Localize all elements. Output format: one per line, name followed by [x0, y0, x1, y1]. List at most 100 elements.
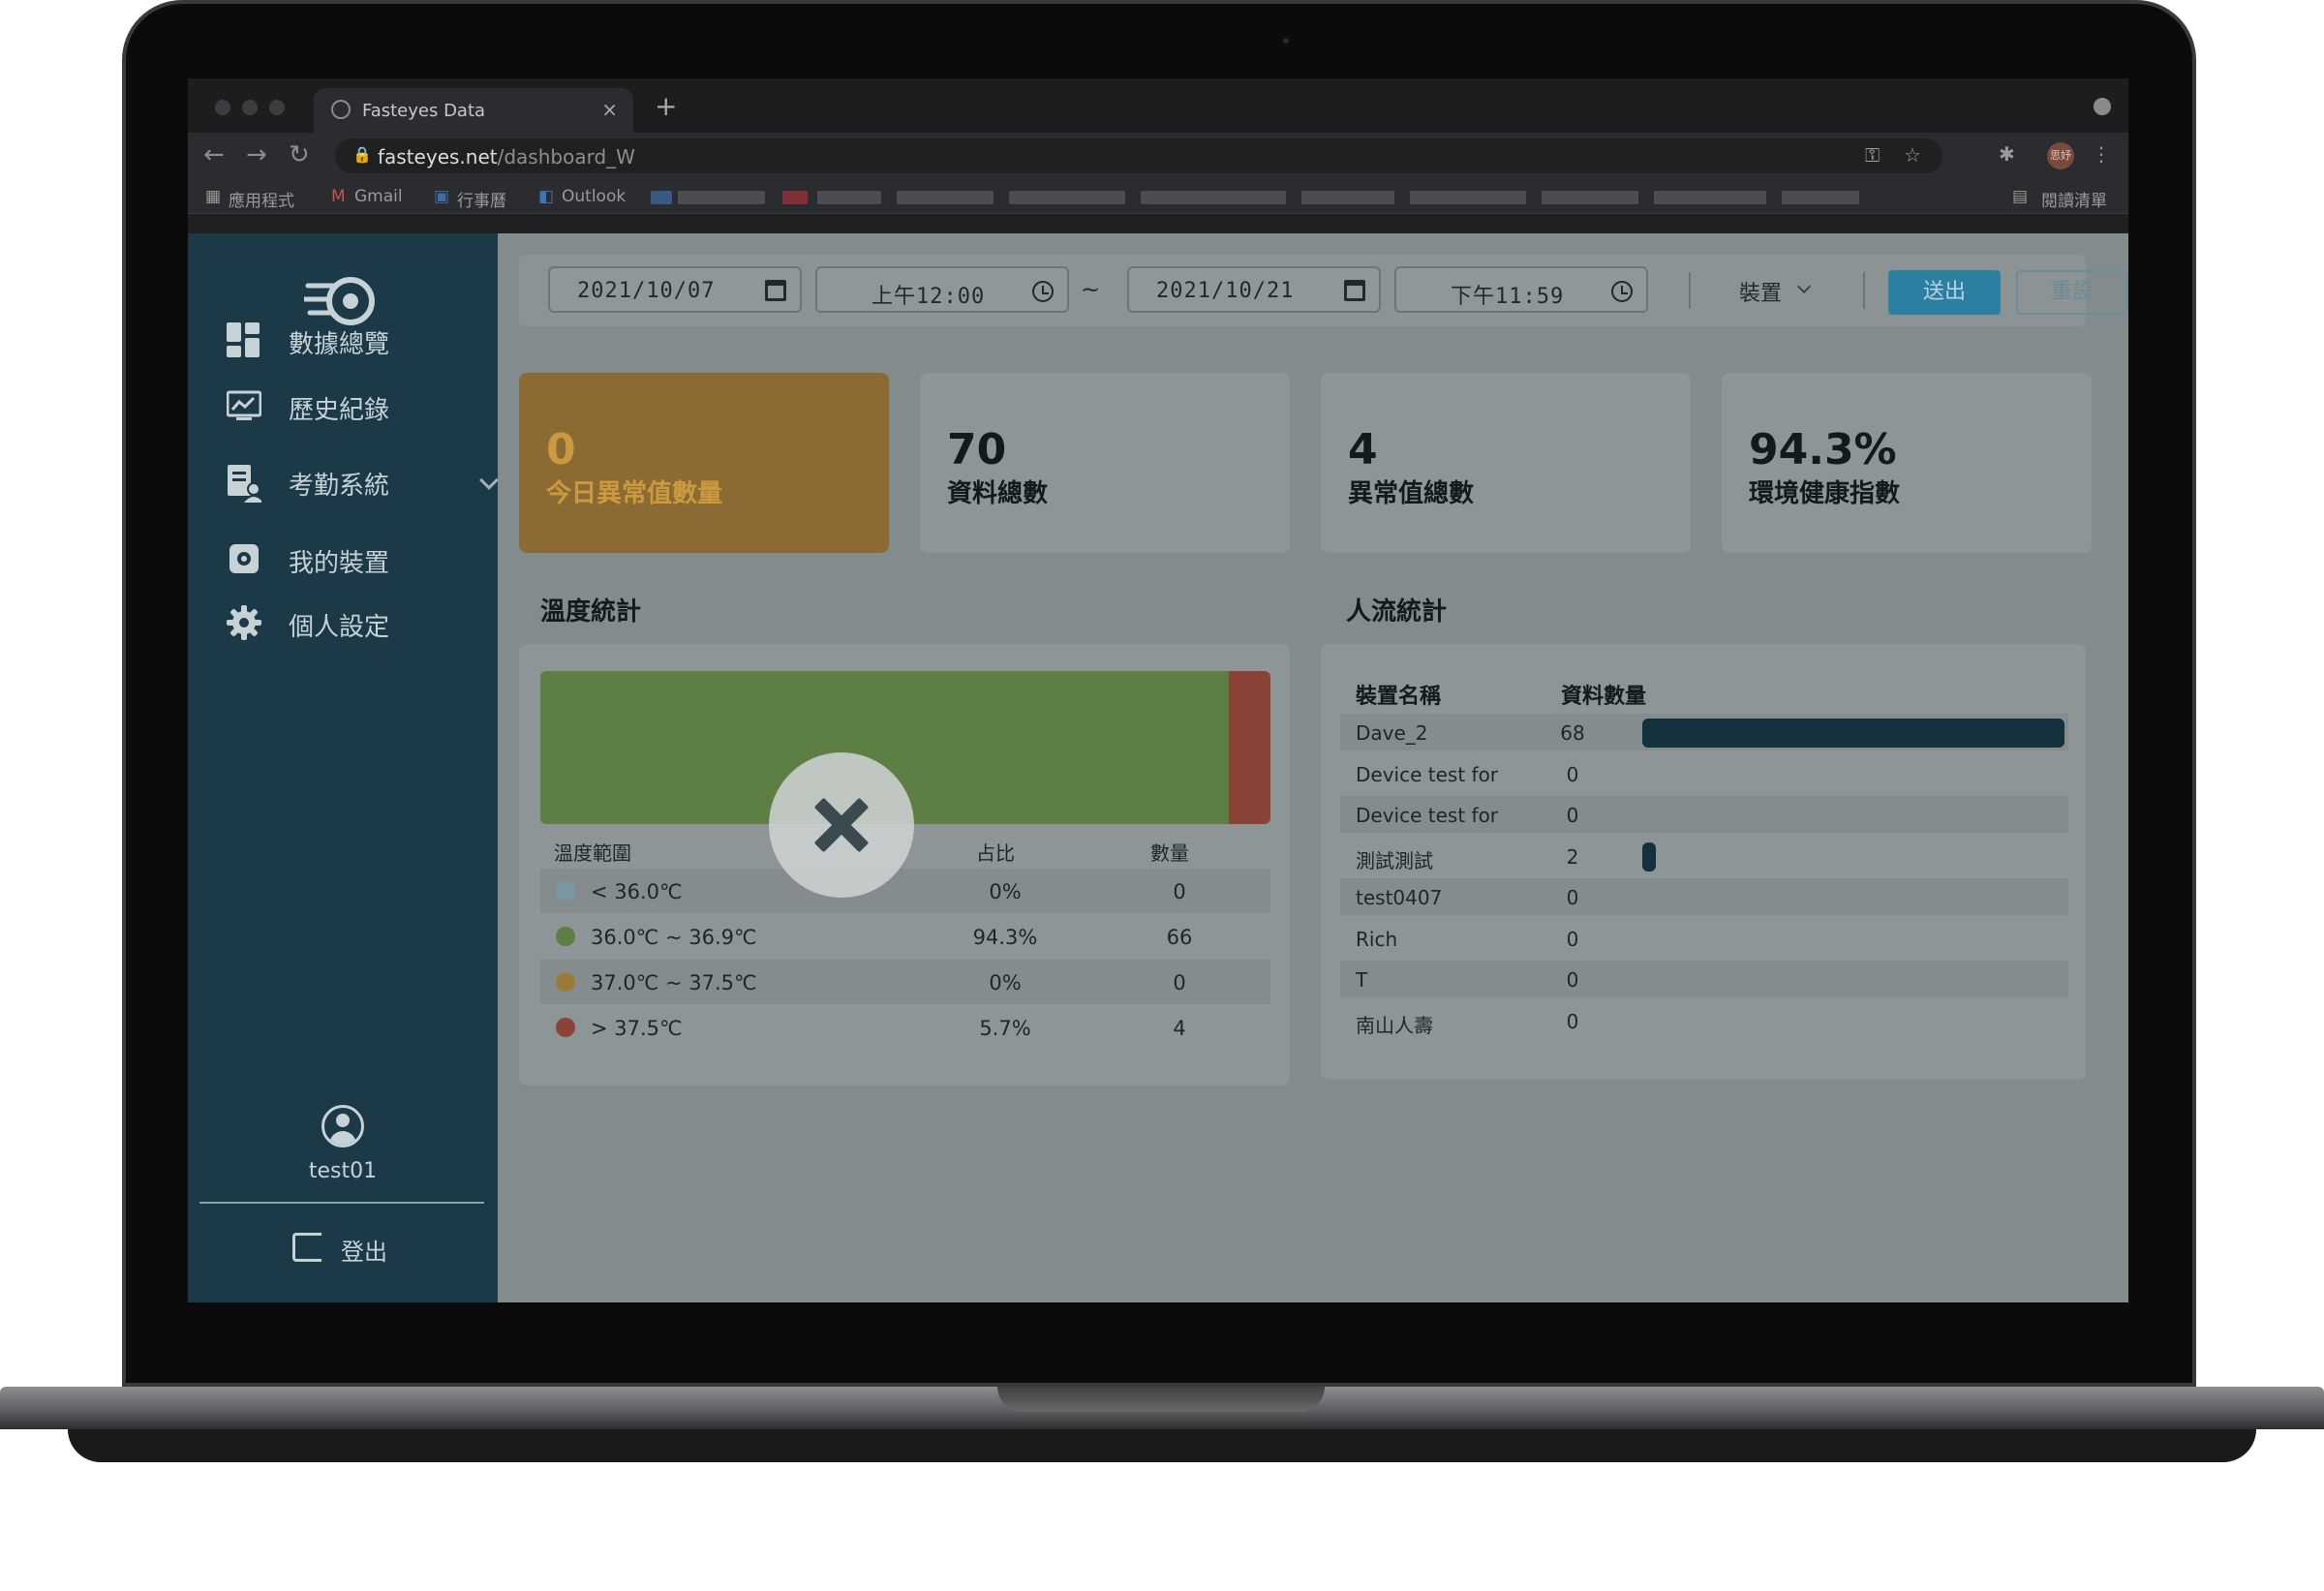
temp-ratio-header: 占比: [976, 841, 1015, 865]
table-row: 37.0℃ ~ 37.5℃ 0% 0: [540, 960, 1270, 1004]
blurred-bookmark[interactable]: [1410, 191, 1526, 204]
end-date-input[interactable]: 2021/10/21: [1127, 266, 1381, 313]
device-select[interactable]: 裝置: [1739, 276, 1812, 307]
table-row: 南山人壽 0: [1340, 1002, 2068, 1039]
logout-label: 登出: [341, 1239, 387, 1266]
device-name-header: 裝置名稱: [1356, 685, 1442, 709]
blurred-bookmark[interactable]: [651, 191, 672, 204]
record-count: 0: [1566, 1009, 1579, 1033]
blurred-bookmark[interactable]: [678, 191, 765, 204]
temp-range: 36.0℃ ~ 36.9℃: [591, 926, 757, 949]
blurred-bookmark[interactable]: [1654, 191, 1766, 204]
blurred-bookmark[interactable]: [1782, 191, 1859, 204]
start-date-input[interactable]: 2021/10/07: [548, 266, 802, 313]
start-time-input[interactable]: 上午12:00: [815, 266, 1069, 313]
reload-icon[interactable]: ↻: [289, 140, 310, 169]
blurred-bookmark[interactable]: [782, 191, 808, 204]
forward-icon[interactable]: →: [246, 140, 267, 169]
window-close-dot[interactable]: [215, 100, 230, 115]
blurred-bookmark[interactable]: [817, 191, 881, 204]
sidebar-item-label: 歷史紀錄: [289, 396, 390, 425]
close-overlay-button[interactable]: [769, 752, 914, 898]
blurred-bookmark[interactable]: [1009, 191, 1125, 204]
bookmark-calendar[interactable]: 行事曆: [457, 187, 506, 211]
screen: Fasteyes Data × + ← → ↻ 🔒 fasteyes.net/d…: [188, 78, 2128, 1302]
record-count: 0: [1566, 886, 1579, 909]
extensions-icon[interactable]: ✱: [1999, 142, 2015, 166]
end-time-input[interactable]: 下午11:59: [1394, 266, 1648, 313]
apps-grid-icon[interactable]: ▦: [205, 187, 221, 206]
device-name: Device test for: [1356, 762, 1499, 786]
sidebar-item-history[interactable]: 歷史紀錄: [227, 384, 488, 427]
reset-button[interactable]: 重設: [2016, 270, 2128, 315]
table-row: Device test for 0: [1340, 796, 2068, 833]
divider: [1689, 272, 1691, 309]
star-icon[interactable]: ☆: [1904, 143, 1921, 167]
bookmark-gmail[interactable]: Gmail: [354, 187, 403, 206]
browser-toolbar: ← → ↻ 🔒 fasteyes.net/dashboard_W ⚿ ☆ ✱ 思…: [188, 133, 2128, 179]
blurred-bookmark[interactable]: [1141, 191, 1286, 204]
address-bar[interactable]: 🔒 fasteyes.net/dashboard_W ⚿ ☆: [335, 138, 1942, 173]
bookmarks-bar: ▦ 應用程式 M Gmail ▣ 行事曆 ◧ Outlook ▤ 閱讀清單: [188, 179, 2128, 214]
username: test01: [308, 1159, 378, 1183]
calendar-icon[interactable]: [765, 280, 786, 301]
stat-card-total-anomalies: 4 異常值總數: [1321, 373, 1691, 553]
chevron-down-icon[interactable]: [479, 471, 499, 490]
range-separator: ~: [1081, 276, 1101, 303]
bookmark-apps[interactable]: 應用程式: [229, 187, 294, 211]
window-minimize-dot[interactable]: [242, 100, 258, 115]
window-zoom-dot[interactable]: [269, 100, 285, 115]
bookmark-outlook[interactable]: Outlook: [562, 187, 626, 206]
new-tab-button[interactable]: +: [655, 90, 677, 122]
filter-bar: 2021/10/07 上午12:00 ~ 2021/10/21 下午11:59: [519, 255, 2128, 326]
temp-count-header: 數量: [1150, 841, 1189, 865]
sidebar-item-dashboard[interactable]: 數據總覽: [227, 319, 488, 361]
url-text: fasteyes.net/dashboard_W: [378, 145, 635, 168]
user-avatar-icon[interactable]: [321, 1105, 364, 1147]
sidebar-item-devices[interactable]: 我的裝置: [227, 537, 488, 580]
clock-icon[interactable]: [1032, 281, 1054, 302]
back-icon[interactable]: ←: [203, 140, 225, 169]
sidebar-item-label: 我的裝置: [289, 549, 390, 578]
blurred-bookmark[interactable]: [1542, 191, 1638, 204]
lock-icon: 🔒: [352, 145, 372, 164]
browser-tab[interactable]: Fasteyes Data ×: [314, 88, 633, 133]
calendar-icon[interactable]: [1344, 280, 1365, 301]
table-row: T0: [1340, 961, 2068, 997]
clock-icon[interactable]: [1611, 281, 1633, 302]
stat-label: 今日異常值數量: [546, 479, 723, 508]
device-name: T: [1356, 968, 1368, 992]
tab-close-button[interactable]: ×: [601, 98, 618, 121]
table-row: Rich 0: [1340, 920, 2068, 957]
blurred-bookmark[interactable]: [897, 191, 994, 204]
more-menu-icon[interactable]: ⋮: [2092, 142, 2111, 166]
stat-label: 環境健康指數: [1749, 479, 1901, 508]
camera: [1283, 38, 1289, 44]
blurred-bookmark[interactable]: [1301, 191, 1394, 204]
tab-search-icon[interactable]: [2094, 98, 2111, 115]
submit-button[interactable]: 送出: [1888, 270, 2001, 315]
table-row: Dave_2 68: [1340, 714, 2068, 750]
sidebar: 數據總覽 歷史紀錄 考勤系統 我的裝置 個人設定 test01 登出: [188, 233, 499, 1302]
attendance-icon: [228, 465, 261, 503]
people-flow-title: 人流統計: [1346, 597, 1448, 627]
temp-range: < 36.0℃: [591, 880, 683, 903]
stat-label: 資料總數: [947, 479, 1049, 508]
chevron-down-icon: [1796, 279, 1812, 294]
temp-count: 4: [1173, 1017, 1186, 1040]
legend-dot: [556, 881, 575, 901]
table-row: 測試測試 2: [1340, 838, 2068, 874]
key-icon[interactable]: ⚿: [1865, 143, 1880, 167]
divider: [1863, 272, 1865, 309]
reading-list[interactable]: 閱讀清單: [2041, 187, 2107, 211]
sidebar-item-settings[interactable]: 個人設定: [227, 601, 488, 644]
history-icon: [227, 390, 261, 420]
device-name: test0407: [1356, 886, 1443, 909]
profile-avatar[interactable]: 思妤: [2047, 142, 2074, 169]
temp-ratio: 0%: [989, 880, 1022, 903]
dashboard-icon: [227, 322, 260, 357]
sidebar-item-attendance[interactable]: 考勤系統: [227, 460, 499, 503]
record-count: 68: [1560, 721, 1585, 745]
people-flow-panel: 裝置名稱 資料數量 Dave_2 68 Device test for 0 Device…: [1321, 644, 2086, 1080]
temp-ratio: 5.7%: [979, 1017, 1031, 1040]
